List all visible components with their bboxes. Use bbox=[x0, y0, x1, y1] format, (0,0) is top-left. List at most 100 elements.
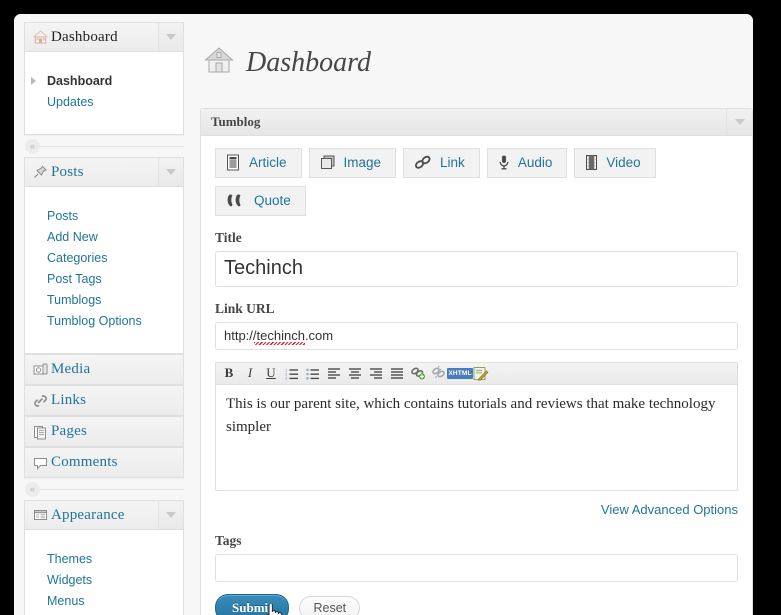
article-icon bbox=[226, 154, 241, 171]
post-type-video-button[interactable]: Video bbox=[574, 147, 656, 178]
align-left-icon[interactable] bbox=[324, 364, 344, 383]
post-type-buttons: Article Image Link Audio Video Quote bbox=[215, 147, 738, 216]
sidebar-item-label: Pages bbox=[51, 423, 87, 439]
pin-icon bbox=[25, 164, 51, 180]
align-justify-icon[interactable] bbox=[387, 364, 407, 383]
admin-sidebar: Dashboard Dashboard Updates « Posts Post… bbox=[24, 22, 184, 615]
post-type-label: Audio bbox=[517, 155, 553, 170]
post-type-article-button[interactable]: Article bbox=[215, 147, 302, 178]
quote-icon bbox=[226, 192, 246, 209]
align-right-icon[interactable] bbox=[366, 364, 386, 383]
view-advanced-options-link[interactable]: View Advanced Options bbox=[601, 502, 738, 517]
home-icon bbox=[25, 29, 51, 45]
link-url-wrapper bbox=[215, 321, 738, 350]
svg-text:3: 3 bbox=[285, 375, 288, 379]
sidebar-item-label: Media bbox=[51, 361, 91, 377]
sidebar-item-appearance[interactable]: Appearance bbox=[25, 501, 183, 530]
page-title: Dashboard bbox=[246, 46, 371, 78]
submit-button[interactable]: Submit bbox=[215, 593, 290, 615]
browser-frame: Dashboard Dashboard Updates « Posts Post… bbox=[14, 14, 753, 615]
sidebar-subitem-post-tags[interactable]: Post Tags bbox=[25, 269, 183, 290]
pages-icon bbox=[25, 424, 51, 440]
sidebar-item-pages[interactable]: Pages bbox=[25, 417, 183, 446]
sidebar-subitem-tumblogs[interactable]: Tumblogs bbox=[25, 290, 183, 311]
submenu-posts: Posts Add New Categories Post Tags Tumbl… bbox=[25, 203, 183, 337]
ordered-list-icon[interactable]: 1 2 3 bbox=[282, 364, 302, 383]
main-content: Dashboard Tumblog Article Image Link Aud… bbox=[200, 22, 753, 615]
sidebar-subitem-tumblog-options[interactable]: Tumblog Options bbox=[25, 311, 183, 332]
unlink-icon[interactable] bbox=[429, 364, 449, 383]
sidebar-subitem-themes[interactable]: Themes bbox=[25, 549, 183, 570]
post-type-quote-button[interactable]: Quote bbox=[215, 185, 306, 216]
collapse-menu-icon[interactable]: « bbox=[25, 482, 40, 497]
post-type-link-button[interactable]: Link bbox=[403, 147, 480, 178]
sidebar-subitem-dashboard[interactable]: Dashboard bbox=[25, 71, 183, 92]
sidebar-item-media[interactable]: Media bbox=[25, 355, 183, 384]
sidebar-subitem-add-new[interactable]: Add New bbox=[25, 227, 183, 248]
sidebar-item-comments[interactable]: Comments bbox=[25, 448, 183, 477]
post-type-label: Quote bbox=[254, 193, 291, 208]
sidebar-subitem-menus[interactable]: Menus bbox=[25, 591, 183, 612]
chevron-down-icon[interactable] bbox=[726, 108, 752, 135]
image-icon bbox=[320, 154, 336, 171]
chevron-down-icon[interactable] bbox=[158, 23, 183, 51]
sidebar-subitem-posts[interactable]: Posts bbox=[25, 206, 183, 227]
sidebar-subitem-widgets[interactable]: Widgets bbox=[25, 570, 183, 591]
filmstrip-icon bbox=[585, 154, 598, 171]
sidebar-group-media: Media bbox=[24, 354, 184, 385]
panel-body: Article Image Link Audio Video Quote Tit… bbox=[201, 136, 752, 615]
sidebar-item-dashboard[interactable]: Dashboard bbox=[25, 23, 183, 52]
sidebar-item-links[interactable]: Links bbox=[25, 386, 183, 415]
title-input[interactable] bbox=[215, 250, 738, 287]
advanced-options-row: View Advanced Options bbox=[215, 501, 738, 519]
sidebar-group-dashboard: Dashboard Dashboard Updates bbox=[24, 22, 184, 135]
reset-button[interactable]: Reset bbox=[299, 595, 361, 615]
tags-field-label: Tags bbox=[215, 532, 242, 548]
sidebar-subitem-updates[interactable]: Updates bbox=[25, 92, 183, 113]
chevron-down-icon[interactable] bbox=[158, 158, 183, 186]
sidebar-item-label: Appearance bbox=[51, 506, 125, 523]
appearance-icon bbox=[25, 507, 51, 523]
separator-line bbox=[34, 146, 184, 147]
title-field-label: Title bbox=[215, 229, 242, 245]
page-title-row: Dashboard bbox=[200, 22, 753, 108]
post-type-image-button[interactable]: Image bbox=[308, 147, 397, 178]
align-center-icon[interactable] bbox=[345, 364, 365, 383]
unordered-list-icon[interactable] bbox=[303, 364, 323, 383]
sidebar-item-label: Dashboard bbox=[51, 28, 118, 45]
link-icon bbox=[25, 393, 51, 409]
spellcheck-icon[interactable] bbox=[471, 364, 491, 383]
content-editor: B I U 1 2 3 XHTML This is our parent sit… bbox=[215, 361, 738, 491]
sidebar-group-posts: Posts Posts Add New Categories Post Tags… bbox=[24, 157, 184, 354]
sidebar-item-label: Comments bbox=[51, 454, 118, 470]
sidebar-item-label: Links bbox=[51, 392, 87, 408]
sidebar-subitem-categories[interactable]: Categories bbox=[25, 248, 183, 269]
bold-icon[interactable]: B bbox=[219, 364, 239, 383]
link-url-field-label: Link URL bbox=[215, 300, 275, 316]
sidebar-separator-1: « bbox=[24, 135, 184, 157]
sidebar-item-label: Posts bbox=[51, 163, 84, 180]
post-type-label: Article bbox=[249, 155, 287, 170]
home-icon bbox=[204, 46, 234, 80]
sidebar-group-pages: Pages bbox=[24, 416, 184, 447]
panel-header: Tumblog bbox=[201, 108, 752, 136]
sidebar-item-posts[interactable]: Posts bbox=[25, 158, 183, 187]
link-chain-icon bbox=[414, 154, 432, 171]
editor-content[interactable]: This is our parent site, which contains … bbox=[216, 385, 737, 490]
media-icon bbox=[25, 362, 51, 378]
sidebar-group-links: Links bbox=[24, 385, 184, 416]
link-url-input[interactable] bbox=[215, 321, 738, 350]
sidebar-group-comments: Comments bbox=[24, 447, 184, 478]
html-source-icon[interactable]: XHTML bbox=[447, 364, 473, 383]
comment-icon bbox=[25, 455, 51, 471]
form-actions: Submit Reset bbox=[215, 593, 738, 615]
underline-icon[interactable]: U bbox=[261, 364, 281, 383]
chevron-down-icon[interactable] bbox=[158, 501, 183, 529]
tags-input[interactable] bbox=[215, 553, 738, 582]
submenu-dashboard: Dashboard Updates bbox=[25, 68, 183, 118]
collapse-menu-icon[interactable]: « bbox=[25, 139, 40, 154]
post-type-audio-button[interactable]: Audio bbox=[486, 147, 568, 178]
italic-icon[interactable]: I bbox=[240, 364, 260, 383]
tumblog-panel: Tumblog Article Image Link Audio Video Q… bbox=[200, 107, 753, 615]
insert-link-icon[interactable] bbox=[408, 364, 428, 383]
